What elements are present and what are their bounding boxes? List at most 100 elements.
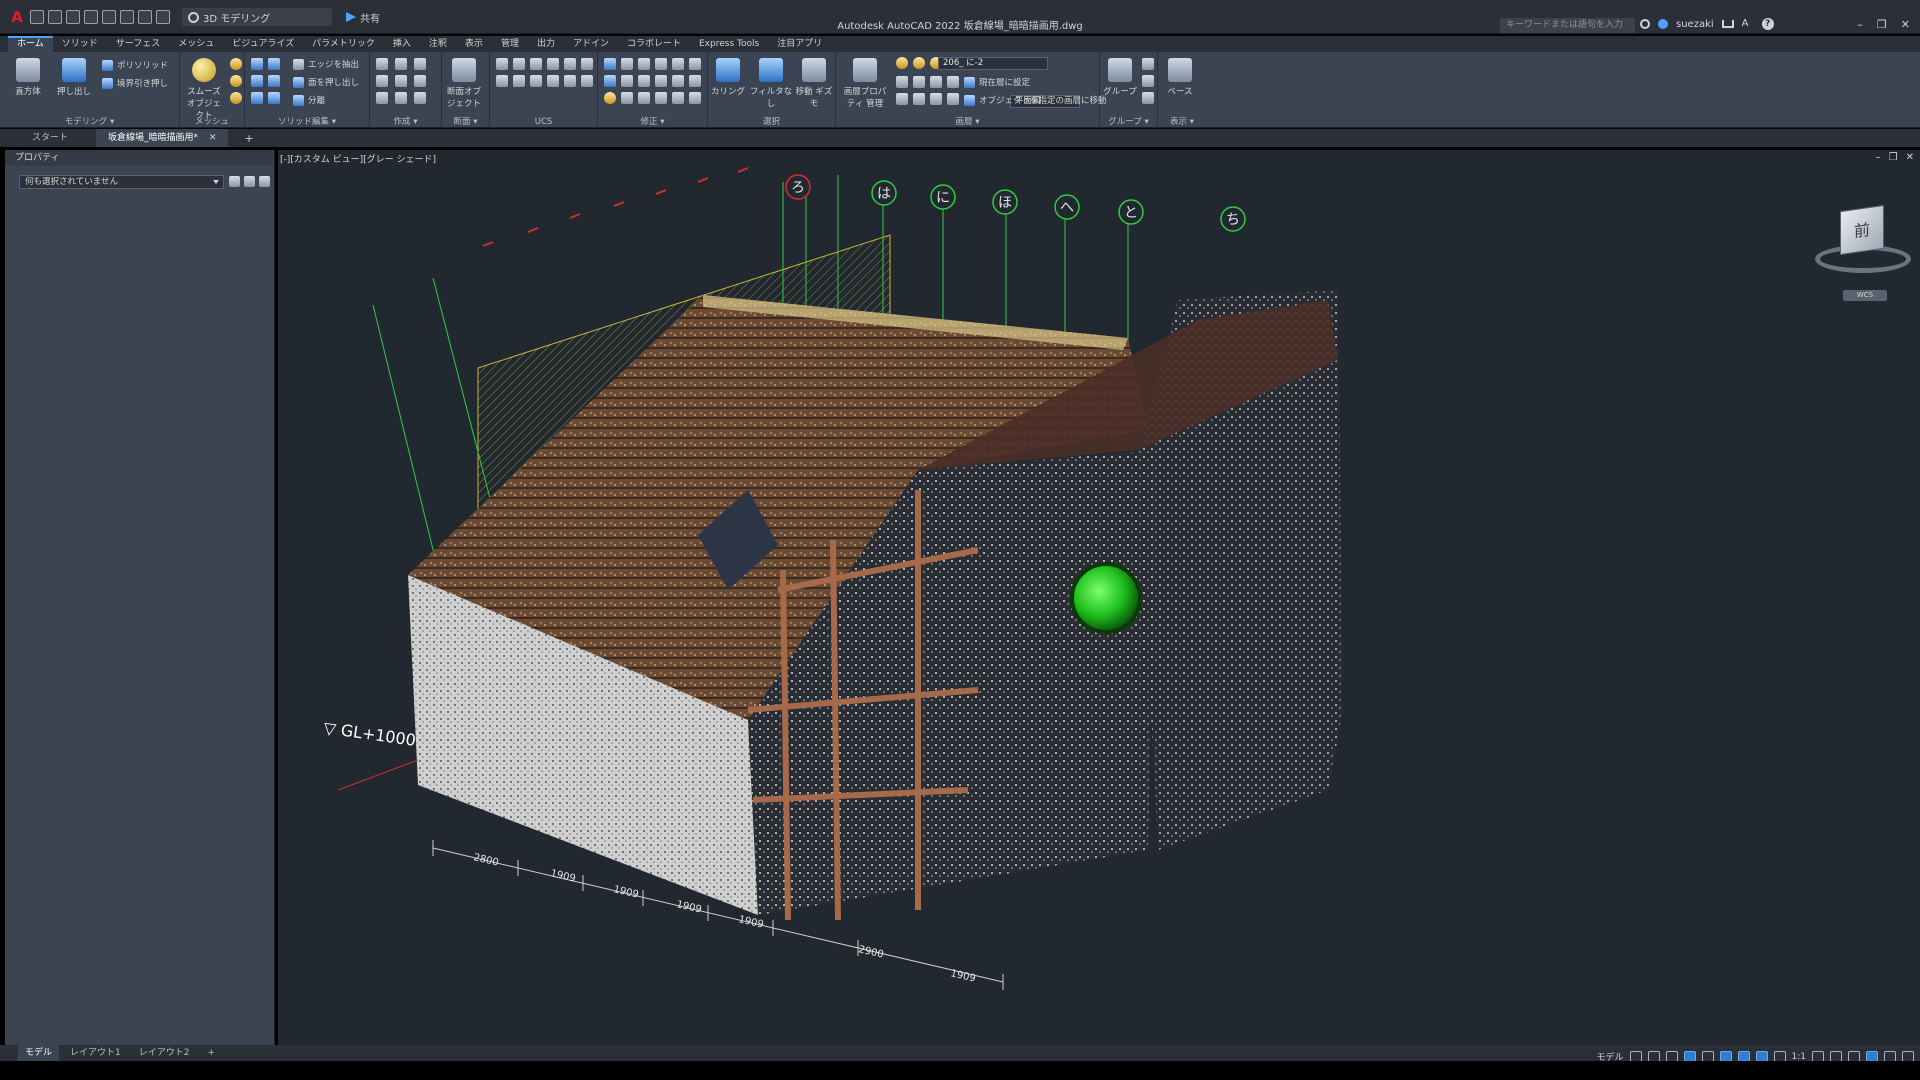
tab-mesh[interactable]: メッシュ [169, 36, 223, 52]
ucs-previous-icon[interactable] [581, 75, 593, 87]
panel-label-selection[interactable]: 選択 [708, 115, 835, 127]
3d-mirror-icon[interactable] [655, 58, 667, 70]
sun-icon[interactable] [913, 57, 925, 69]
toggle-pickadd-icon[interactable] [229, 176, 240, 187]
selection-select[interactable]: 何も選択されていません [19, 175, 224, 189]
ucs-world-icon[interactable] [513, 58, 525, 70]
align-icon[interactable] [604, 58, 616, 70]
pencil-icon[interactable] [604, 92, 616, 104]
3d-polyline-icon[interactable] [376, 75, 388, 87]
panel-label-draw[interactable]: 作成 ▾ [370, 115, 441, 127]
cart-icon[interactable] [1721, 20, 1734, 28]
layer-unlock-icon[interactable] [947, 93, 959, 105]
tab-start[interactable]: スタート [20, 129, 80, 147]
presspull-button[interactable]: 境界引き押し [102, 77, 168, 89]
wcs-menu[interactable]: WCS [1843, 290, 1887, 301]
layer-freeze-icon[interactable] [947, 76, 959, 88]
grid-marker-he[interactable]: へ [1054, 194, 1080, 220]
grid-marker-ha[interactable]: は [871, 180, 897, 206]
layer-properties-button[interactable]: 画層プロパティ 管理 [840, 58, 890, 109]
tab-view[interactable]: 表示 [456, 36, 492, 52]
interfere-icon[interactable] [268, 75, 280, 87]
thicken-icon[interactable] [268, 92, 280, 104]
tab-output[interactable]: 出力 [528, 36, 564, 52]
trim-icon[interactable] [655, 75, 667, 87]
ucs-view-icon[interactable] [581, 58, 593, 70]
fillet-icon[interactable] [672, 75, 684, 87]
layer-select[interactable]: 206_ に-2 [938, 57, 1048, 70]
subtract-icon[interactable] [268, 58, 280, 70]
section-plane-button[interactable]: 断面オブ ジェクト [444, 58, 484, 109]
help-icon[interactable]: ? [1761, 18, 1774, 30]
tab-collaborate[interactable]: コラボレート [618, 36, 690, 52]
restore-button[interactable]: ❐ [1877, 18, 1887, 31]
extrude-button[interactable]: 押し出し [54, 58, 94, 97]
select-objects-icon[interactable] [244, 176, 255, 187]
layer-off-icon[interactable] [930, 76, 942, 88]
polygon-icon[interactable] [376, 92, 388, 104]
mesh-smooth-more-icon[interactable] [230, 58, 242, 70]
tab-model[interactable]: モデル [18, 1045, 60, 1061]
erase-icon[interactable] [638, 92, 650, 104]
panel-label-ucs[interactable]: UCS [490, 117, 597, 127]
ucs-x-icon[interactable] [496, 75, 508, 87]
move-icon[interactable] [638, 58, 650, 70]
copy-icon[interactable] [655, 92, 667, 104]
ucs-3point-icon[interactable] [547, 75, 559, 87]
circle-icon[interactable] [414, 75, 426, 87]
array-icon[interactable] [604, 75, 616, 87]
tab-parametric[interactable]: パラメトリック [303, 36, 384, 52]
intersect-icon[interactable] [251, 75, 263, 87]
tab-solid[interactable]: ソリッド [53, 36, 107, 52]
viewport-minimize-button[interactable]: – [1876, 152, 1881, 163]
ucs-face-icon[interactable] [547, 58, 559, 70]
layer-unisolate-icon[interactable] [913, 76, 925, 88]
model-viewport[interactable]: ろ は に ほ へ と ち 2800 1909 1909 1909 1909 2… [278, 150, 1920, 1045]
tab-featured-apps[interactable]: 注目アプリ [768, 36, 831, 52]
tab-insert[interactable]: 挿入 [384, 36, 420, 52]
ucs-icon[interactable] [496, 58, 508, 70]
viewport-restore-button[interactable]: ❐ [1889, 152, 1898, 163]
target-icon[interactable] [621, 58, 633, 70]
grid-marker-ni[interactable]: に [930, 184, 956, 210]
panel-label-layers[interactable]: 画層 ▾ [836, 115, 1099, 127]
group-select-icon[interactable] [1142, 92, 1154, 104]
panel-label-groups[interactable]: グループ ▾ [1100, 115, 1157, 127]
extract-edges-button[interactable]: エッジを抽出 [293, 58, 359, 70]
tab-surface[interactable]: サーフェス [107, 36, 169, 52]
triangle-icon[interactable] [621, 92, 633, 104]
mesh-refine-icon[interactable] [230, 92, 242, 104]
ucs-zaxis-icon[interactable] [564, 75, 576, 87]
layer-match-icon[interactable] [896, 93, 908, 105]
grid-marker-ro[interactable]: ろ [785, 174, 811, 200]
offset-icon[interactable] [689, 75, 701, 87]
username-label[interactable]: suezaki [1676, 19, 1714, 30]
explode-icon[interactable] [672, 92, 684, 104]
move-gizmo-button[interactable]: 移動 ギズモ [794, 58, 834, 109]
ungroup-icon[interactable] [1142, 58, 1154, 70]
quick-select-icon[interactable] [259, 176, 270, 187]
arc-icon[interactable] [414, 58, 426, 70]
grid-marker-to[interactable]: と [1118, 199, 1144, 225]
panel-label-view[interactable]: 表示 ▾ [1158, 115, 1206, 127]
group-button[interactable]: グループ [1100, 58, 1140, 97]
viewport-label[interactable]: [-][カスタム ビュー][グレー シェード] [280, 152, 436, 165]
new-layout-button[interactable]: + [200, 1045, 222, 1061]
grid-marker-chi[interactable]: ち [1220, 206, 1246, 232]
panel-label-mesh[interactable]: メッシュ [180, 115, 244, 127]
line-icon[interactable] [376, 58, 388, 70]
layer-lock-icon[interactable] [930, 93, 942, 105]
bulb-icon[interactable] [896, 57, 908, 69]
scale-icon[interactable] [689, 58, 701, 70]
user-icon[interactable] [1658, 19, 1668, 29]
tab-express-tools[interactable]: Express Tools [690, 36, 768, 52]
tab-layout2[interactable]: レイアウト2 [132, 1045, 197, 1061]
slice-icon[interactable] [251, 92, 263, 104]
target-sphere[interactable] [1070, 562, 1142, 634]
ucs-object-icon[interactable] [564, 58, 576, 70]
union-icon[interactable] [251, 58, 263, 70]
grid-marker-ho[interactable]: ほ [992, 189, 1018, 215]
panel-label-modeling[interactable]: モデリング ▾ [0, 115, 179, 127]
set-current-button[interactable]: 現在層に設定 [964, 76, 1030, 88]
close-button[interactable]: ✕ [1901, 18, 1910, 31]
